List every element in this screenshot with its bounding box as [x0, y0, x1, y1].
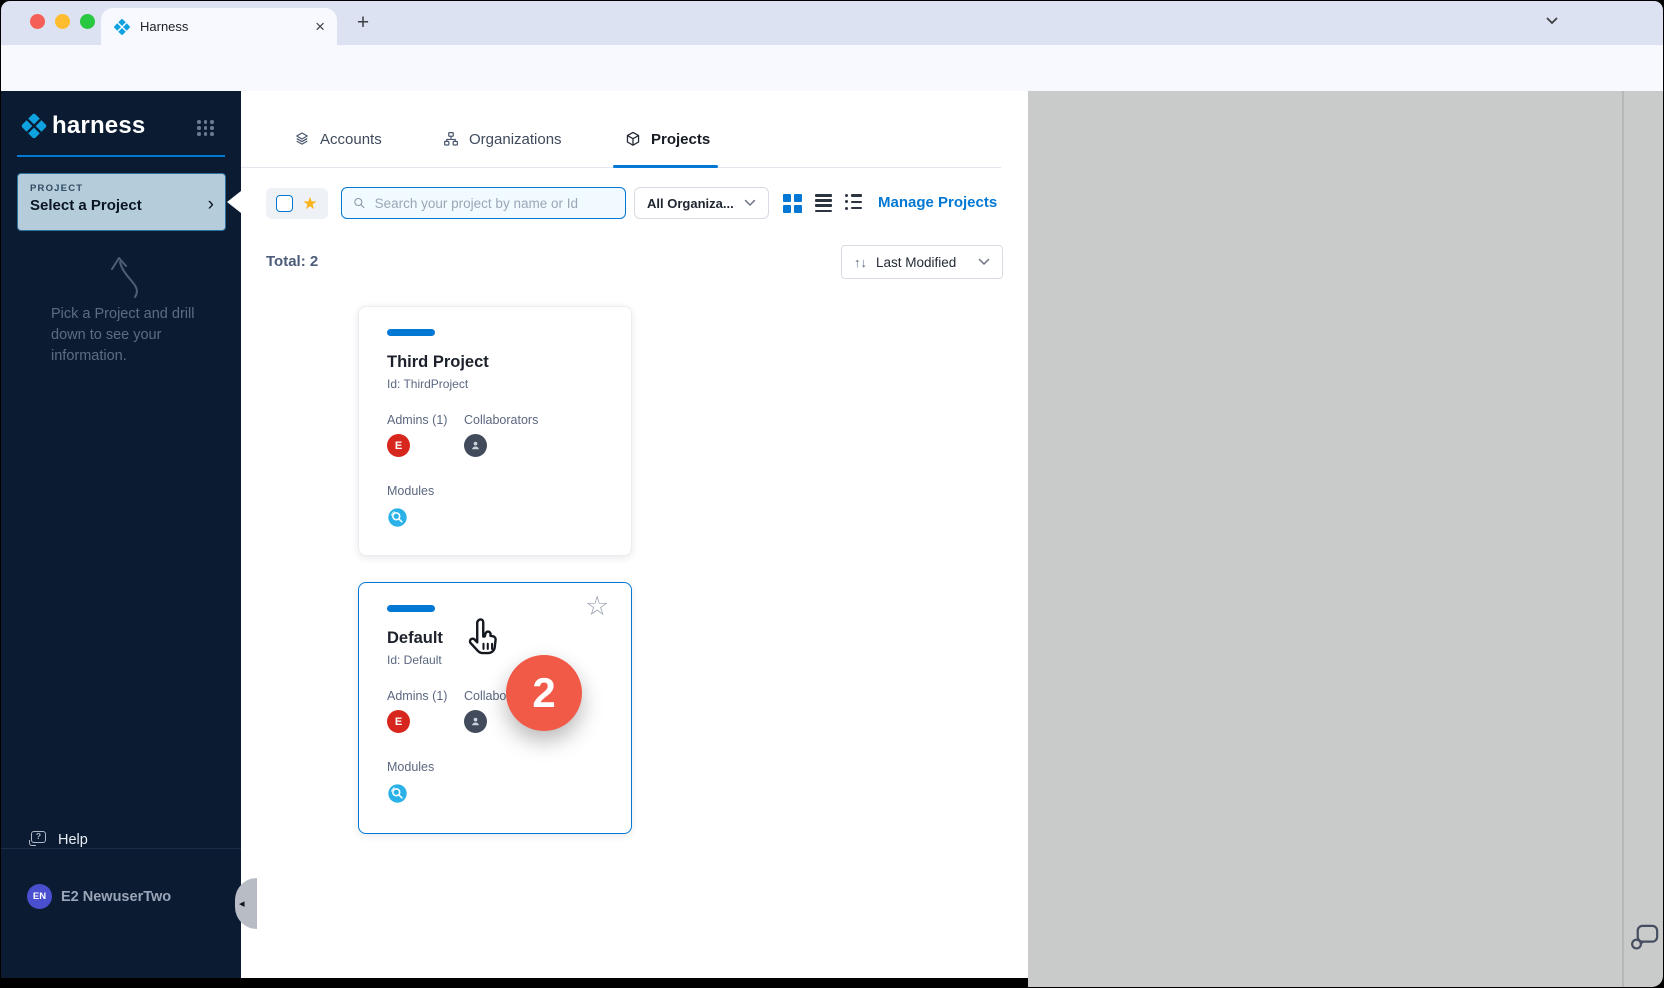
sidebar-accent-rule [17, 155, 225, 157]
favorites-star-icon[interactable]: ★ [302, 195, 317, 212]
tab-accounts[interactable]: Accounts [293, 130, 382, 148]
collaborator-avatar [464, 434, 487, 457]
browser-window: Harness × + ← → ↻ app.harness.io/ng/acco… [0, 0, 1664, 988]
favorites-filter: ★ [266, 188, 328, 219]
brand-wordmark: harness [52, 112, 145, 140]
minimize-window-button[interactable] [55, 14, 70, 29]
organization-dropdown[interactable]: All Organiza... [634, 187, 769, 219]
project-selector-value: Select a Project [30, 197, 213, 214]
project-title: Third Project [387, 353, 489, 372]
maximize-window-button[interactable] [80, 14, 95, 29]
chat-support-icon[interactable] [1628, 921, 1662, 955]
admins-label: Admins (1) [387, 413, 447, 427]
user-name: E2 NewuserTwo [61, 889, 171, 905]
hand-cursor-icon [463, 616, 505, 664]
card-color-bar [387, 329, 435, 336]
project-selector[interactable]: PROJECT Select a Project › [17, 173, 226, 231]
list-view-icon[interactable] [815, 194, 832, 212]
sort-dropdown[interactable]: ↑↓ Last Modified [841, 245, 1003, 279]
panel-divider-line [1622, 91, 1624, 988]
module-icon[interactable] [387, 783, 408, 804]
tab-organizations-label: Organizations [469, 131, 562, 148]
manage-projects-link[interactable]: Manage Projects [878, 194, 997, 211]
annotation-step-badge: 2 [506, 655, 582, 731]
favorites-checkbox[interactable] [276, 195, 293, 212]
tab-organizations[interactable]: Organizations [442, 130, 562, 148]
arrow-doodle-icon [99, 247, 145, 301]
admin-avatar: E [387, 434, 410, 457]
tab-title: Harness [140, 19, 188, 34]
harness-logo-icon [20, 112, 48, 140]
user-avatar: EN [27, 884, 52, 909]
screen: Harness × + ← → ↻ app.harness.io/ng/acco… [0, 0, 1664, 988]
sort-icon: ↑↓ [854, 255, 867, 270]
accounts-layers-icon [293, 130, 311, 148]
chevron-right-icon: › [208, 194, 214, 216]
active-tab-underline [613, 165, 718, 168]
collaborators-label: Collaborators [464, 413, 538, 427]
project-selector-label: PROJECT [30, 183, 213, 194]
browser-tab[interactable]: Harness × [101, 8, 337, 45]
selector-pointer-notch [227, 191, 241, 213]
harness-favicon-icon [113, 18, 131, 36]
chevron-down-icon [744, 199, 756, 207]
harness-logo[interactable]: harness [20, 112, 145, 140]
grid-view-icon[interactable] [783, 194, 802, 213]
close-window-button[interactable] [30, 14, 45, 29]
project-id: Id: Default [387, 653, 442, 667]
organization-dropdown-value: All Organiza... [647, 196, 734, 211]
projects-cube-icon [624, 130, 642, 148]
user-menu[interactable]: EN E2 NewuserTwo [27, 884, 171, 909]
project-title: Default [387, 629, 443, 648]
project-card-third-project[interactable]: Third Project Id: ThirdProject Admins (1… [358, 306, 632, 556]
scope-tabs: Accounts Organizations [241, 91, 1001, 168]
modules-label: Modules [387, 484, 434, 498]
unrendered-area [1028, 91, 1664, 988]
organizations-tree-icon [442, 130, 460, 148]
sidebar-divider [1, 848, 241, 849]
tab-accounts-label: Accounts [320, 131, 382, 148]
sidebar-hint-text: Pick a Project and drill down to see you… [51, 304, 206, 367]
project-search [341, 187, 626, 219]
card-color-bar [387, 605, 435, 612]
close-tab-icon[interactable]: × [315, 18, 325, 35]
module-icon[interactable] [387, 507, 408, 528]
person-icon [469, 715, 482, 728]
modules-label: Modules [387, 760, 434, 774]
detail-list-view-icon[interactable] [845, 194, 862, 210]
total-count: Total: 2 [266, 253, 318, 270]
tab-search-chevron-icon[interactable] [1545, 16, 1559, 26]
browser-toolbar: ← → ↻ app.harness.io/ng/account/YWdkwNPi… [1, 45, 1663, 91]
sidebar: harness PROJECT Select a Project › Pick … [1, 91, 241, 978]
new-tab-button[interactable]: + [350, 10, 376, 36]
main-content: Accounts Organizations [241, 91, 1028, 978]
favorite-star-icon[interactable]: ☆ [585, 593, 609, 620]
help-button[interactable]: ? Help [29, 831, 88, 848]
chevron-down-icon [978, 258, 990, 266]
person-icon [469, 439, 482, 452]
sort-dropdown-value: Last Modified [876, 255, 956, 270]
module-grid-icon[interactable] [197, 120, 214, 136]
project-id: Id: ThirdProject [387, 377, 468, 391]
collaborator-avatar [464, 710, 487, 733]
search-icon [352, 195, 367, 211]
tab-projects-label: Projects [651, 131, 710, 148]
tab-projects[interactable]: Projects [624, 130, 710, 148]
tab-strip: Harness × + [1, 1, 1663, 45]
help-icon: ? [29, 831, 49, 848]
admin-avatar: E [387, 710, 410, 733]
search-input[interactable] [375, 196, 615, 211]
collapse-icon: ◂ [239, 897, 245, 910]
app-viewport: harness PROJECT Select a Project › Pick … [1, 91, 1663, 988]
help-label: Help [58, 832, 88, 848]
admins-label: Admins (1) [387, 689, 447, 703]
